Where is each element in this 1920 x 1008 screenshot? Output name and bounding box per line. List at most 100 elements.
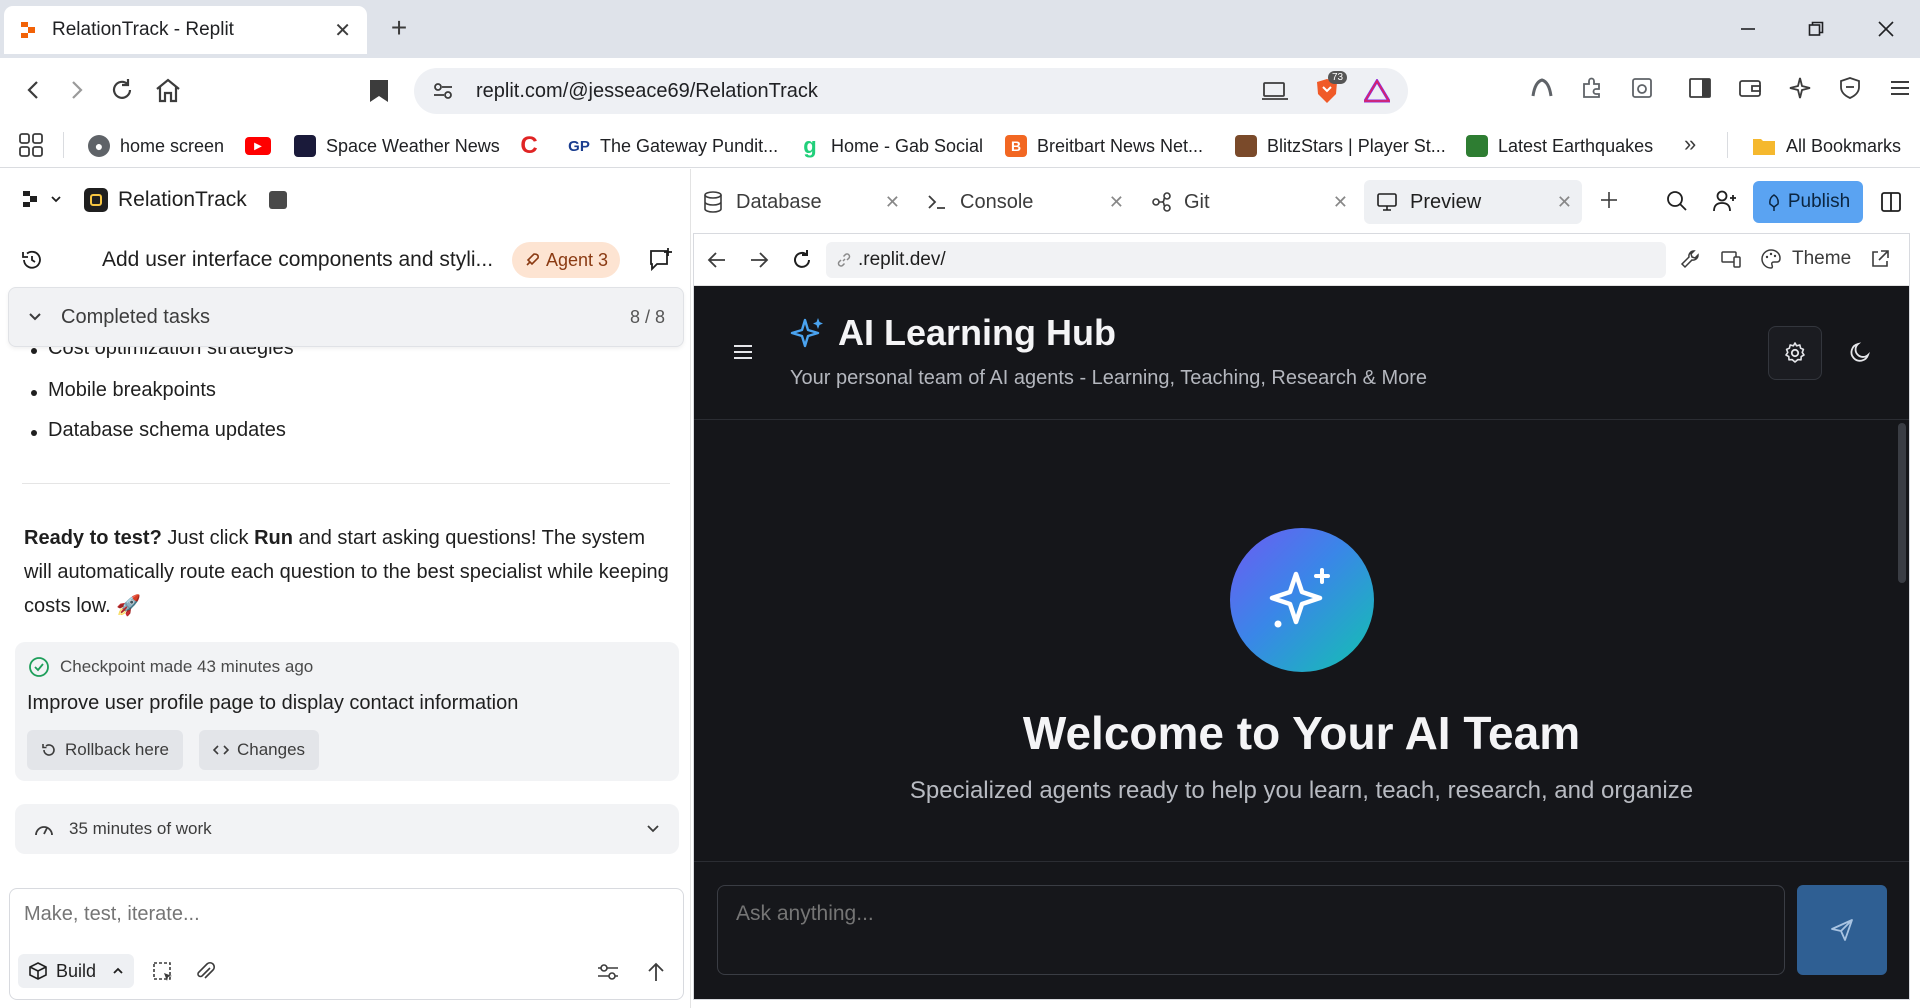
theme-button[interactable]: Theme xyxy=(1760,248,1851,270)
work-summary-row[interactable]: 35 minutes of work xyxy=(15,804,679,854)
app-settings-button[interactable] xyxy=(1768,326,1822,380)
attach-icon[interactable] xyxy=(194,961,216,983)
sidebar-toggle-icon[interactable] xyxy=(1688,76,1712,100)
brave-rewards-icon[interactable] xyxy=(1364,79,1390,103)
home-icon[interactable] xyxy=(154,77,182,103)
vpn-shield-icon[interactable] xyxy=(1838,76,1862,100)
back-icon[interactable] xyxy=(22,78,46,102)
close-tab-icon[interactable]: ✕ xyxy=(885,192,900,213)
chevron-down-icon xyxy=(27,309,43,325)
preview-forward-icon[interactable] xyxy=(748,249,770,271)
database-icon xyxy=(702,190,724,214)
tab-preview[interactable]: Preview ✕ xyxy=(1364,180,1582,224)
completed-tasks-card[interactable]: Completed tasks 8 / 8 xyxy=(8,287,684,347)
message-divider xyxy=(22,483,670,484)
restore-button[interactable] xyxy=(1801,14,1831,44)
open-external-icon[interactable] xyxy=(1869,248,1891,270)
bookmark-label: The Gateway Pundit... xyxy=(600,135,779,156)
bookmark-breitbart[interactable]: B Breitbart News Net... xyxy=(1005,131,1203,161)
composer-input[interactable] xyxy=(24,903,664,926)
stop-icon[interactable] xyxy=(268,191,287,209)
tab-git[interactable]: Git ✕ xyxy=(1138,180,1358,224)
new-chat-icon[interactable] xyxy=(648,247,674,273)
ask-input[interactable] xyxy=(717,885,1785,975)
send-arrow-icon[interactable] xyxy=(645,961,667,983)
checkpoint-message: Improve user profile page to display con… xyxy=(27,692,519,714)
reader-mode-icon[interactable] xyxy=(1630,76,1654,100)
bookmark-gab[interactable]: g Home - Gab Social xyxy=(799,131,983,161)
tab-database[interactable]: Database ✕ xyxy=(690,180,910,224)
extensions-puzzle-icon[interactable] xyxy=(1580,76,1604,100)
rollback-button[interactable]: Rollback here xyxy=(27,730,183,770)
run-emphasis: Run xyxy=(254,527,293,549)
tab-title: RelationTrack - Replit xyxy=(52,19,234,40)
replit-menu[interactable] xyxy=(22,190,62,208)
work-summary-label: 35 minutes of work xyxy=(69,819,212,838)
forward-icon[interactable] xyxy=(64,78,88,102)
leo-icon[interactable] xyxy=(1530,76,1554,100)
wallet-icon[interactable] xyxy=(1738,76,1762,100)
settings-sliders-icon[interactable] xyxy=(596,961,620,983)
tab-label: Database xyxy=(736,190,822,213)
tab-console[interactable]: Console ✕ xyxy=(914,180,1134,224)
close-tab-icon[interactable]: ✕ xyxy=(1557,192,1572,213)
menu-icon[interactable] xyxy=(1888,76,1912,100)
agent-badge[interactable]: Agent 3 xyxy=(512,242,621,278)
changes-button[interactable]: Changes xyxy=(199,730,320,770)
browser-tab-active[interactable]: RelationTrack - Replit ✕ xyxy=(4,6,367,54)
reload-icon[interactable] xyxy=(108,76,136,104)
leo-ai-icon[interactable] xyxy=(1788,76,1812,100)
send-button[interactable] xyxy=(1797,885,1887,975)
scrollbar[interactable] xyxy=(1898,423,1906,583)
apps-grid-icon[interactable] xyxy=(18,132,44,158)
site-settings-icon[interactable] xyxy=(432,80,454,102)
preview-url-bar[interactable]: .replit.dev/ xyxy=(826,242,1666,278)
more-bookmarks-icon[interactable]: » xyxy=(1684,131,1696,157)
bookmark-blitzstars[interactable]: BlitzStars | Player St... xyxy=(1235,131,1446,161)
new-tab-button[interactable]: + xyxy=(384,14,414,44)
close-tab-icon[interactable]: ✕ xyxy=(1109,192,1124,213)
build-mode-button[interactable]: Build xyxy=(18,954,135,988)
brave-badge: 73 xyxy=(1328,71,1348,84)
bookmark-page-icon[interactable] xyxy=(368,78,390,104)
install-app-icon[interactable] xyxy=(1262,80,1288,102)
bookmark-youtube[interactable]: ▶ xyxy=(245,131,271,161)
invite-user-icon[interactable] xyxy=(1712,189,1738,213)
pane-divider xyxy=(690,169,691,1008)
bookmark-gateway-pundit[interactable]: GP The Gateway Pundit... xyxy=(568,131,778,161)
preview-reload-icon[interactable] xyxy=(790,248,814,272)
select-element-icon[interactable] xyxy=(152,961,174,983)
project-selector[interactable]: RelationTrack xyxy=(84,188,287,212)
close-tab-icon[interactable]: ✕ xyxy=(334,18,351,43)
gauge-icon xyxy=(33,819,55,839)
chevron-down-icon xyxy=(50,193,62,205)
earthquake-icon xyxy=(1466,135,1488,157)
dark-mode-moon-icon[interactable] xyxy=(1848,341,1872,365)
url-text[interactable]: replit.com/@jesseace69/RelationTrack xyxy=(476,80,1262,103)
chat-title[interactable]: Add user interface components and styli.… xyxy=(102,248,493,272)
responsive-devices-icon[interactable] xyxy=(1720,248,1742,270)
bookmark-home-screen[interactable]: ● home screen xyxy=(88,131,224,161)
hamburger-menu-icon[interactable] xyxy=(732,343,754,361)
devtools-wrench-icon[interactable] xyxy=(1680,248,1702,270)
bookmark-earthquakes[interactable]: Latest Earthquakes xyxy=(1466,131,1653,161)
space-weather-icon xyxy=(294,135,316,157)
theme-label: Theme xyxy=(1792,248,1852,269)
hero-sparkles-badge xyxy=(1230,528,1374,672)
close-tab-icon[interactable]: ✕ xyxy=(1333,192,1348,213)
close-window-button[interactable] xyxy=(1871,14,1901,44)
bookmark-c-site[interactable]: C xyxy=(518,131,540,161)
all-bookmarks-folder[interactable]: All Bookmarks xyxy=(1752,131,1901,161)
history-icon[interactable] xyxy=(20,248,44,272)
agent-message: Ready to test? Just click Run and start … xyxy=(24,521,670,623)
brave-shields-icon[interactable]: 73 xyxy=(1314,71,1348,105)
terminal-icon xyxy=(926,192,948,212)
publish-button[interactable]: Publish xyxy=(1753,181,1863,223)
preview-back-icon[interactable] xyxy=(706,249,728,271)
minimize-button[interactable] xyxy=(1733,14,1763,44)
toggle-layout-icon[interactable] xyxy=(1880,191,1902,213)
address-bar[interactable]: replit.com/@jesseace69/RelationTrack 73 xyxy=(414,68,1408,114)
bookmark-space-weather[interactable]: Space Weather News xyxy=(294,131,500,161)
search-icon[interactable] xyxy=(1666,190,1688,212)
add-tab-icon[interactable] xyxy=(1598,189,1620,211)
